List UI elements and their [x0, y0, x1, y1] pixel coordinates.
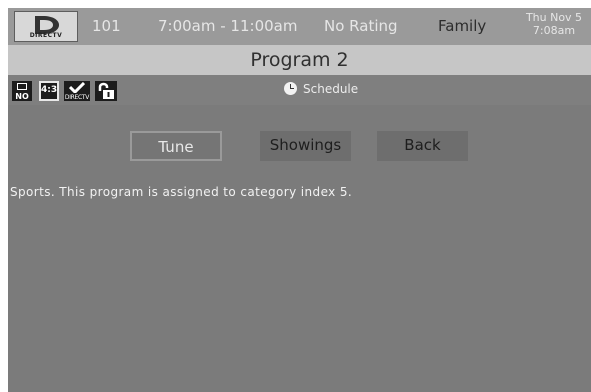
unlock-icon — [95, 81, 117, 101]
directv-check-icon: DIRECTV — [64, 81, 90, 101]
info-bar: DIRECTV 101 7:00am - 11:00am No Rating F… — [8, 8, 591, 45]
tv-screen: DIRECTV 101 7:00am - 11:00am No Rating F… — [8, 8, 591, 392]
clock-icon — [284, 82, 297, 95]
aspect-ratio-icon: 4:3 — [39, 81, 59, 101]
icon-bar: NO 4:3 DIRECTV Schedule — [8, 75, 591, 105]
schedule-hint: Schedule — [284, 82, 358, 98]
channel-number: 101 — [92, 17, 121, 35]
program-title: Program 2 — [250, 49, 349, 71]
padlock-open-icon — [98, 82, 114, 99]
directv-logo: DIRECTV — [14, 11, 78, 42]
logo-text: DIRECTV — [29, 32, 63, 39]
caption-box-icon — [17, 83, 27, 90]
aspect-label: 4:3 — [41, 85, 58, 95]
channel-group: Family — [438, 17, 487, 35]
program-description: Sports. This program is assigned to cate… — [10, 185, 353, 199]
date-time: Thu Nov 5 7:08am — [514, 11, 591, 37]
schedule-label: Schedule — [303, 82, 359, 96]
dtv-label: DIRECTV — [64, 94, 90, 101]
showings-button[interactable]: Showings — [260, 131, 351, 161]
rating: No Rating — [324, 17, 398, 35]
time-slot: 7:00am - 11:00am — [158, 17, 298, 35]
title-bar: Program 2 — [8, 45, 591, 75]
back-button[interactable]: Back — [377, 131, 468, 161]
date: Thu Nov 5 — [525, 11, 583, 24]
checkmark-icon — [69, 82, 85, 93]
cc-label: NO — [15, 92, 29, 101]
clock-time: 7:08am — [532, 24, 576, 37]
closed-caption-icon: NO — [12, 81, 32, 101]
tune-button[interactable]: Tune — [130, 131, 222, 161]
